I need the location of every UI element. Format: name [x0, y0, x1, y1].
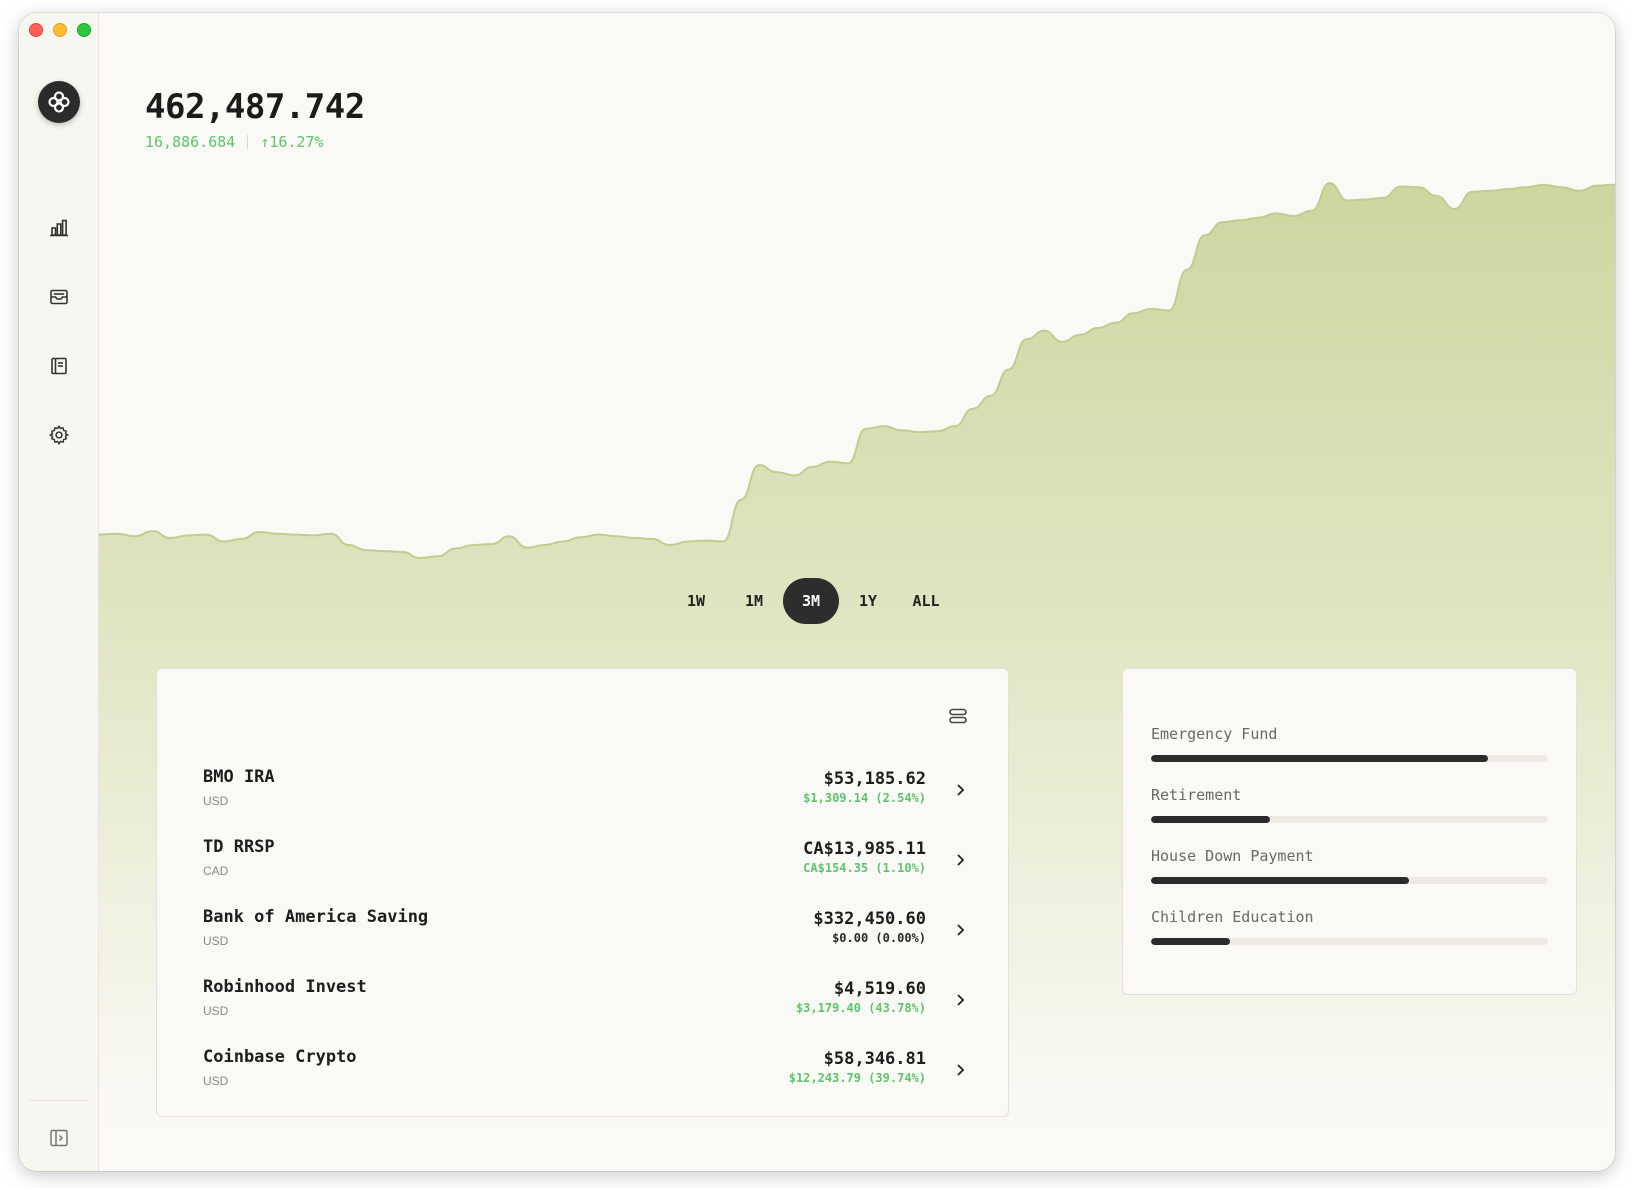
account-currency: USD — [203, 1004, 229, 1018]
account-balance: $4,519.60 — [833, 979, 926, 999]
account-name: TD RRSP — [203, 837, 275, 857]
bar-chart-icon[interactable] — [46, 215, 72, 241]
goal-label: Children Education — [1151, 908, 1314, 926]
account-row[interactable]: Coinbase Crypto USD $58,346.81 $12,243.7… — [203, 1043, 968, 1103]
goal-progress-track — [1151, 755, 1548, 762]
account-name: Coinbase Crypto — [203, 1047, 357, 1067]
minimize-window-button[interactable] — [53, 23, 67, 37]
accounts-card: BMO IRA USD $53,185.62 $1,309.14 (2.54%)… — [156, 668, 1009, 1117]
sidebar — [19, 13, 99, 1171]
goal-item[interactable]: House Down Payment — [1151, 847, 1548, 884]
window-controls — [29, 23, 91, 37]
range-1w[interactable]: 1W — [667, 578, 725, 624]
change-percent: ↑16.27% — [260, 133, 324, 151]
range-3m[interactable]: 3M — [783, 578, 839, 624]
goal-progress-track — [1151, 938, 1548, 945]
account-change: $3,179.40 (43.78%) — [795, 1001, 926, 1015]
account-row[interactable]: BMO IRA USD $53,185.62 $1,309.14 (2.54%) — [203, 763, 968, 823]
account-name: BMO IRA — [203, 767, 275, 787]
sidebar-toggle-icon[interactable] — [46, 1125, 72, 1151]
close-window-button[interactable] — [29, 23, 43, 37]
goal-label: Retirement — [1151, 786, 1242, 804]
chevron-right-icon — [957, 924, 965, 936]
goal-progress-fill — [1151, 938, 1231, 945]
account-currency: USD — [203, 794, 229, 808]
account-change: $1,309.14 (2.54%) — [803, 791, 926, 805]
chevron-right-icon — [957, 854, 965, 866]
account-currency: CAD — [203, 864, 229, 878]
zoom-window-button[interactable] — [77, 23, 91, 37]
inbox-icon[interactable] — [46, 284, 72, 310]
account-change: $12,243.79 (39.74%) — [788, 1071, 926, 1085]
goal-progress-fill — [1151, 816, 1271, 823]
account-change: $0.00 (0.00%) — [832, 931, 926, 945]
gear-icon[interactable] — [46, 422, 72, 448]
range-1m[interactable]: 1M — [725, 578, 783, 624]
account-row[interactable]: Bank of America Saving USD $332,450.60 $… — [203, 903, 968, 963]
range-1y[interactable]: 1Y — [839, 578, 897, 624]
account-row[interactable]: TD RRSP CAD CA$13,985.11 CA$154.35 (1.10… — [203, 833, 968, 893]
goal-label: Emergency Fund — [1151, 725, 1278, 743]
account-balance: $58,346.81 — [823, 1049, 926, 1069]
account-balance: $53,185.62 — [823, 769, 926, 789]
portfolio-change: 16,886.684 ↑16.27% — [145, 133, 324, 151]
account-currency: USD — [203, 934, 229, 948]
account-name: Bank of America Saving — [203, 907, 429, 927]
goals-card: Emergency Fund Retirement House Down Pay… — [1122, 668, 1577, 995]
list-view-icon[interactable] — [948, 707, 968, 725]
change-amount: 16,886.684 — [145, 133, 236, 151]
account-row[interactable]: Robinhood Invest USD $4,519.60 $3,179.40… — [203, 973, 968, 1033]
range-selector: 1W 1M 3M 1Y ALL — [667, 578, 955, 624]
goal-progress-track — [1151, 877, 1548, 884]
chevron-right-icon — [957, 784, 965, 796]
change-separator — [247, 135, 249, 149]
account-currency: USD — [203, 1074, 229, 1088]
goal-item[interactable]: Retirement — [1151, 786, 1548, 823]
portfolio-total: 462,487.742 — [145, 87, 365, 127]
goal-label: House Down Payment — [1151, 847, 1314, 865]
range-all[interactable]: ALL — [897, 578, 955, 624]
goal-item[interactable]: Children Education — [1151, 908, 1548, 945]
goal-progress-fill — [1151, 877, 1410, 884]
sidebar-divider — [29, 1100, 88, 1101]
account-balance: $332,450.60 — [813, 909, 926, 929]
app-logo-icon[interactable] — [38, 81, 80, 123]
app-window: 462,487.742 16,886.684 ↑16.27% 1W 1M 3M … — [19, 13, 1615, 1171]
chevron-right-icon — [957, 1064, 965, 1076]
chevron-right-icon — [957, 994, 965, 1006]
main-content: 462,487.742 16,886.684 ↑16.27% 1W 1M 3M … — [99, 13, 1615, 1171]
goal-progress-track — [1151, 816, 1548, 823]
goal-item[interactable]: Emergency Fund — [1151, 725, 1548, 762]
account-balance: CA$13,985.11 — [803, 839, 926, 859]
account-change: CA$154.35 (1.10%) — [803, 861, 926, 875]
account-name: Robinhood Invest — [203, 977, 367, 997]
ledger-icon[interactable] — [46, 353, 72, 379]
goal-progress-fill — [1151, 755, 1489, 762]
